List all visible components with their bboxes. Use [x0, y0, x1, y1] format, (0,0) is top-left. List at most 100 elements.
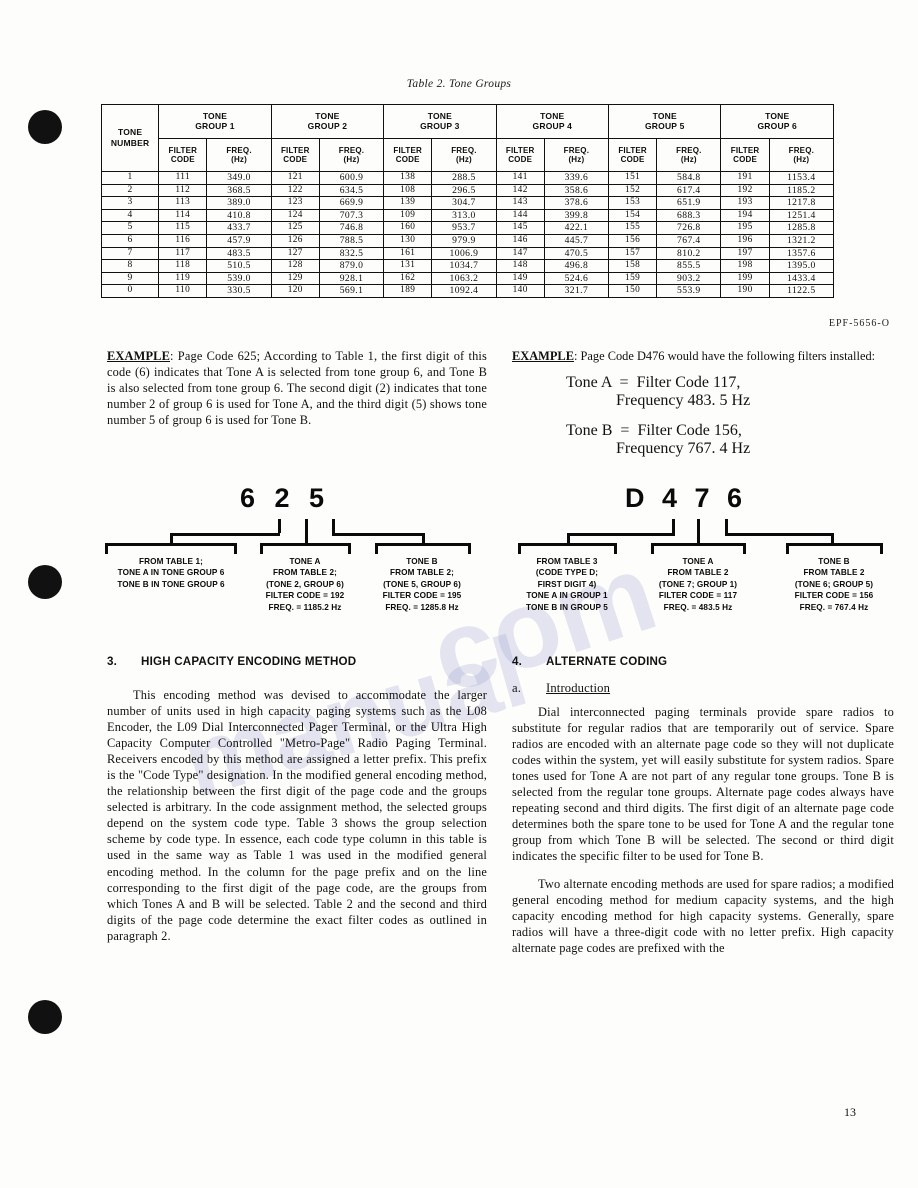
- cell-filter-code-g1: 112: [158, 183, 208, 198]
- cell-freq-g5: 553.9: [656, 284, 722, 298]
- cell-filter-code-g1: 116: [158, 233, 208, 248]
- cell-filter-code-g3: 139: [383, 196, 433, 210]
- cell-freq-g1: 457.9: [206, 233, 272, 248]
- cell-filter-code-g2: 122: [270, 183, 320, 198]
- diagram-caption-line: FREQ. = 767.4 Hz: [799, 602, 869, 612]
- cell-filter-code-g6: 193: [720, 196, 770, 210]
- cell-freq-g5: 651.9: [656, 196, 722, 210]
- diagram-caption-line: FROM TABLE 2: [803, 568, 865, 578]
- cell-filter-code-g3: 130: [383, 233, 433, 248]
- diagram-caption-3: TONE B FROM TABLE 2 (TONE 6; GROUP 5) FILTE…: [781, 556, 887, 613]
- cell-filter-code-g4: 148: [495, 259, 545, 273]
- example-left-block: EXAMPLE: Page Code 625; According to Tab…: [107, 348, 487, 428]
- header-tone-group-2: TONE GROUP 2: [270, 104, 385, 139]
- table-row: 7 117 483.5 127 832.5 161 1006.9 147 470.5 157 810…: [100, 246, 835, 261]
- table-header-group-row: TONE NUMBER TONE GROUP 1 TONE GROUP 2 TO…: [100, 104, 834, 172]
- document-page: com manual Table 2. Tone Groups TONE NUM…: [0, 0, 918, 1188]
- cell-filter-code-g6: 198: [720, 259, 770, 273]
- cell-filter-code-g1: 115: [158, 221, 208, 235]
- diagram-caption-line: FILTER CODE = 117: [658, 591, 738, 601]
- diagram-caption-line: FROM TABLE 3: [536, 557, 598, 566]
- cell-filter-code-g4: 149: [495, 271, 545, 286]
- cell-filter-code-g3: 162: [383, 271, 433, 286]
- example-right-line-2: Frequency 483. 5 Hz: [616, 392, 751, 410]
- diagram-caption-line: (TONE 5, GROUP 6): [383, 579, 461, 589]
- header-freq-g4: FREQ. (Hz): [543, 138, 610, 172]
- cell-filter-code-g6: 192: [720, 183, 770, 198]
- diagram-caption-line: TONE B: [818, 557, 850, 566]
- cell-freq-g3: 313.0: [431, 208, 497, 223]
- cell-freq-g4: 378.6: [543, 196, 610, 210]
- table-caption: Table 2. Tone Groups: [406, 78, 512, 90]
- diagram-caption-line: (TONE 2, GROUP 6): [266, 579, 344, 589]
- hole-punch-icon: [28, 110, 62, 144]
- cell-tone-number: 1: [100, 171, 160, 185]
- cell-filter-code-g5: 155: [608, 221, 658, 235]
- cell-freq-g6: 1285.8: [768, 221, 835, 235]
- cell-filter-code-g4: 140: [495, 284, 545, 298]
- section-4-number: 4.: [512, 655, 523, 668]
- cell-tone-number: 7: [100, 246, 160, 261]
- page-code-digits: D 4 7 6: [625, 483, 748, 513]
- diagram-caption-line: TONE B IN TONE GROUP 6: [117, 579, 225, 589]
- cell-filter-code-g2: 129: [270, 271, 320, 286]
- cell-freq-g2: 746.8: [318, 221, 385, 235]
- cell-filter-code-g4: 141: [495, 171, 545, 185]
- cell-filter-code-g2: 126: [270, 233, 320, 248]
- cell-filter-code-g4: 143: [495, 196, 545, 210]
- cell-freq-g4: 496.8: [543, 259, 610, 273]
- cell-freq-g5: 617.4: [656, 183, 722, 198]
- cell-freq-g5: 688.3: [656, 208, 722, 223]
- cell-freq-g4: 422.1: [543, 221, 610, 235]
- cell-tone-number: 0: [100, 284, 160, 298]
- cell-filter-code-g5: 151: [608, 171, 658, 185]
- diagram-caption-line: FROM TABLE 2;: [273, 568, 337, 578]
- header-tone-group-3: TONE GROUP 3: [383, 104, 497, 139]
- page-number: 13: [844, 1105, 856, 1119]
- section-4: 4. ALTERNATE CODING a. Introduction Dial i…: [512, 655, 894, 967]
- cell-filter-code-g6: 191: [720, 171, 770, 185]
- cell-freq-g4: 358.6: [543, 183, 610, 198]
- diagram-caption-line: FILTER CODE = 156: [794, 591, 874, 601]
- cell-filter-code-g3: 108: [383, 183, 433, 198]
- cell-freq-g3: 953.7: [431, 221, 497, 235]
- cell-filter-code-g5: 153: [608, 196, 658, 210]
- table-header-sub-row: FILTER CODE FREQ. (Hz) FILTER CODE FREQ. (Hz) FI…: [102, 138, 835, 172]
- cell-tone-number: 4: [100, 208, 160, 223]
- diagram-caption-line: TONE B IN GROUP 5: [526, 602, 608, 612]
- cell-freq-g3: 288.5: [431, 171, 497, 185]
- header-freq-g2: FREQ. (Hz): [318, 138, 385, 172]
- tone-groups-table: TONE NUMBER TONE GROUP 1 TONE GROUP 2 TO…: [100, 104, 835, 298]
- cell-freq-g2: 832.5: [318, 246, 385, 261]
- diagram-caption-line: FROM TABLE 2;: [390, 568, 454, 578]
- cell-filter-code-g6: 197: [720, 246, 770, 261]
- cell-freq-g5: 584.8: [656, 171, 722, 185]
- diagram-caption-line: (CODE TYPE D;: [535, 568, 599, 578]
- cell-freq-g2: 788.5: [318, 233, 385, 248]
- cell-freq-g2: 669.9: [318, 196, 385, 210]
- cell-filter-code-g3: 109: [383, 208, 433, 223]
- diagram-caption-line: FIRST DIGIT 4): [537, 579, 597, 589]
- section-3-heading: 3. HIGH CAPACITY ENCODING METHOD: [107, 655, 487, 668]
- hole-punch-icon: [28, 565, 62, 599]
- example-right-block: EXAMPLE: Page Code D476 would have the f…: [512, 348, 894, 458]
- diagram-caption-line: FREQ. = 1285.8 Hz: [385, 602, 459, 612]
- code-breakdown-diagram-d476: D 4 7 6 FROM TABLE 3 (CODE TYPE D; FIRST…: [505, 483, 905, 633]
- table-row: 0 110 330.5 120 569.1 189 1092.4 140 321.7 150 553…: [100, 284, 835, 298]
- header-freq-g3: FREQ. (Hz): [431, 138, 497, 172]
- cell-freq-g5: 810.2: [656, 246, 722, 261]
- cell-freq-g1: 349.0: [206, 171, 272, 185]
- cell-freq-g3: 1034.7: [431, 259, 497, 273]
- cell-freq-g4: 445.7: [543, 233, 610, 248]
- table-row: 2 112 368.5 122 634.5 108 296.5 142 358.6 152 617.…: [100, 183, 835, 198]
- diagram-caption-line: TONE A: [289, 557, 321, 566]
- table-row: 8 118 510.5 128 879.0 131 1034.7 148 496.8 158 855…: [100, 259, 835, 273]
- example-right-text: : Page Code D476 would have the followin…: [573, 349, 876, 363]
- cell-freq-g6: 1433.4: [768, 271, 835, 286]
- header-tone-group-5: TONE GROUP 5: [608, 104, 722, 139]
- cell-filter-code-g4: 142: [495, 183, 545, 198]
- code-breakdown-diagram-625: 6 2 5 FROM TABLE 1; TONE A IN TONE GROUP…: [100, 483, 490, 633]
- table-row: 6 116 457.9 126 788.5 130 979.9 146 445.7 156 767.…: [100, 233, 835, 248]
- header-filter-code-g3: FILTER CODE: [383, 138, 433, 172]
- cell-filter-code-g2: 120: [270, 284, 320, 298]
